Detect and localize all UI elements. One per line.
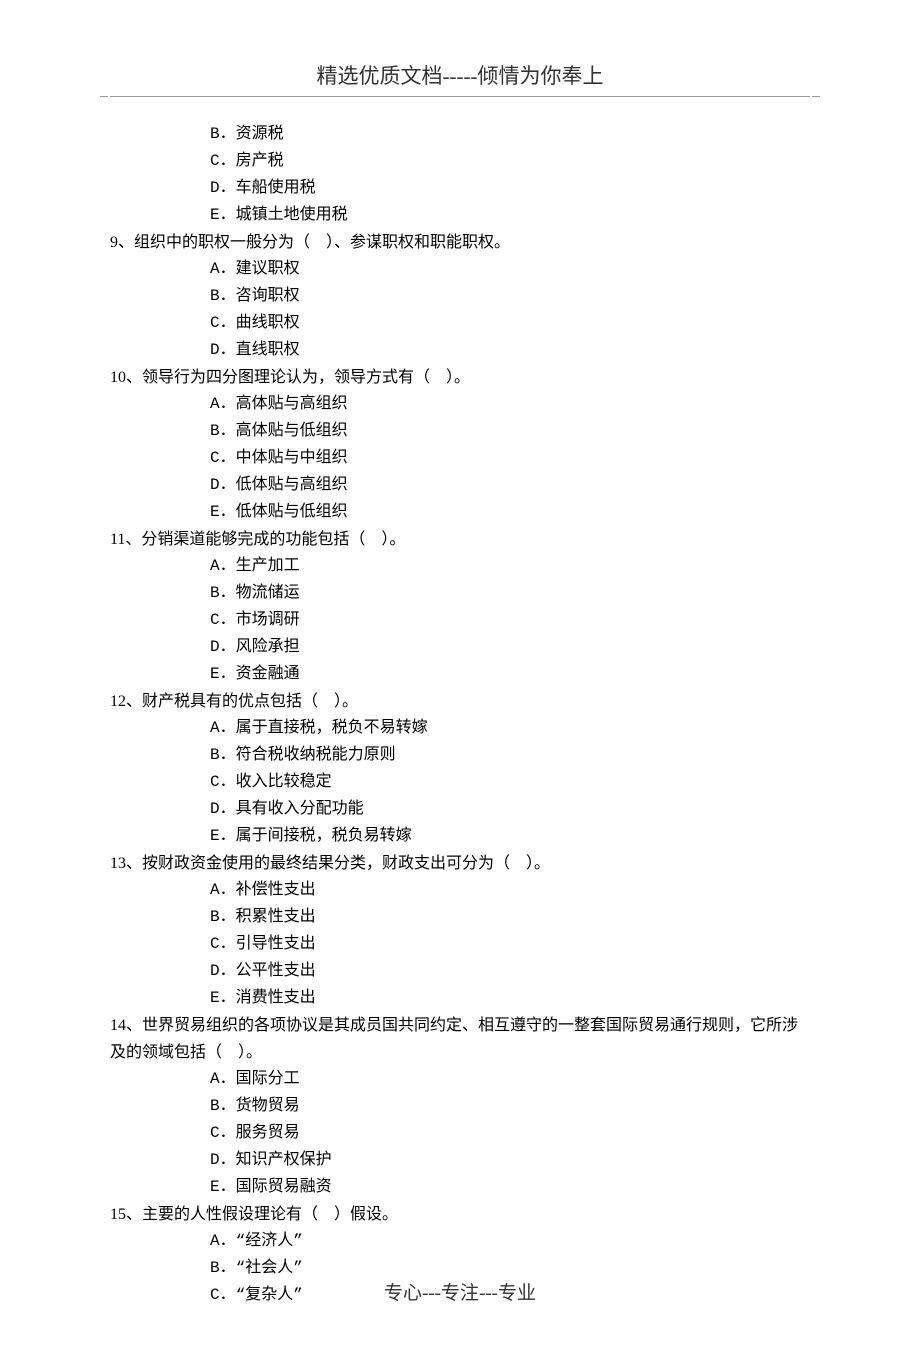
option-item: B．符合税收纳税能力原则	[110, 742, 810, 769]
option-item: A．补偿性支出	[110, 877, 810, 904]
page-header: 精选优质文档-----倾情为你奉上	[110, 60, 810, 96]
option-item: A．建议职权	[110, 256, 810, 283]
document-body: B．资源税 C．房产税 D．车船使用税 E．城镇土地使用税 9、组织中的职权一般…	[110, 121, 810, 1309]
document-page: 精选优质文档-----倾情为你奉上 B．资源税 C．房产税 D．车船使用税 E．…	[0, 0, 920, 1349]
option-item: E．资金融通	[110, 661, 810, 688]
option-item: D．风险承担	[110, 634, 810, 661]
question-stem: 13、按财政资金使用的最终结果分类，财政支出可分为（ ）。	[110, 850, 810, 877]
option-item: C．市场调研	[110, 607, 810, 634]
option-item: D．车船使用税	[110, 175, 810, 202]
question-stem: 14、世界贸易组织的各项协议是其成员国共同约定、相互遵守的一整套国际贸易通行规则…	[110, 1012, 810, 1066]
question-stem: 15、主要的人性假设理论有（ ）假设。	[110, 1201, 810, 1228]
option-item: C．引导性支出	[110, 931, 810, 958]
option-item: D．具有收入分配功能	[110, 796, 810, 823]
option-item: A．国际分工	[110, 1066, 810, 1093]
option-item: E．低体贴与低组织	[110, 499, 810, 526]
option-item: B．积累性支出	[110, 904, 810, 931]
option-item: E．城镇土地使用税	[110, 202, 810, 229]
option-item: C．曲线职权	[110, 310, 810, 337]
option-item: E．消费性支出	[110, 985, 810, 1012]
option-item: C．中体贴与中组织	[110, 445, 810, 472]
option-item: A．属于直接税，税负不易转嫁	[110, 715, 810, 742]
option-item: B．资源税	[110, 121, 810, 148]
question-stem: 9、组织中的职权一般分为（ ）、参谋职权和职能职权。	[110, 229, 810, 256]
option-item: B．货物贸易	[110, 1093, 810, 1120]
question-stem: 12、财产税具有的优点包括（ ）。	[110, 688, 810, 715]
header-rule	[110, 96, 810, 97]
option-item: D．公平性支出	[110, 958, 810, 985]
option-item: E．属于间接税，税负易转嫁	[110, 823, 810, 850]
question-stem: 11、分销渠道能够完成的功能包括（ ）。	[110, 526, 810, 553]
option-item: D．直线职权	[110, 337, 810, 364]
option-item: A．生产加工	[110, 553, 810, 580]
option-item: B．高体贴与低组织	[110, 418, 810, 445]
option-item: B．咨询职权	[110, 283, 810, 310]
option-item: C．服务贸易	[110, 1120, 810, 1147]
page-footer: 专心---专注---专业	[0, 1278, 920, 1305]
option-item: C．房产税	[110, 148, 810, 175]
option-item: A．“经济人”	[110, 1228, 810, 1255]
option-item: C．收入比较稳定	[110, 769, 810, 796]
option-item: D．低体贴与高组织	[110, 472, 810, 499]
option-item: A．高体贴与高组织	[110, 391, 810, 418]
question-stem: 10、领导行为四分图理论认为，领导方式有（ ）。	[110, 364, 810, 391]
option-item: B．物流储运	[110, 580, 810, 607]
option-item: E．国际贸易融资	[110, 1174, 810, 1201]
option-item: D．知识产权保护	[110, 1147, 810, 1174]
